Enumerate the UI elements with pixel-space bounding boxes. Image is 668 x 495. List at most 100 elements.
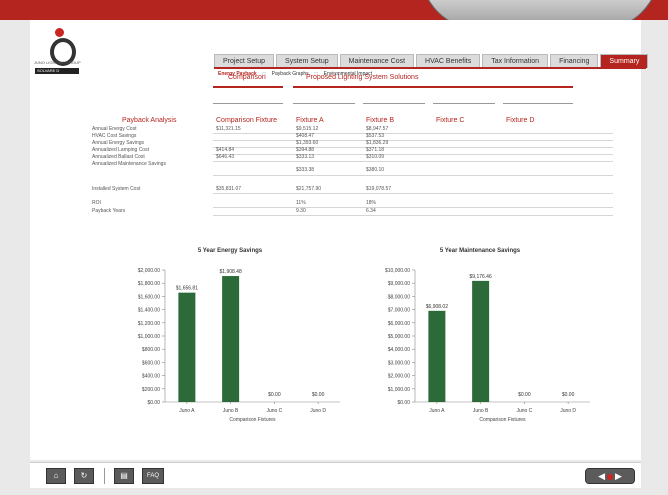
footer-bar: ⌂ ↻ ▤ FAQ ◀ ▶: [30, 462, 641, 488]
row-label: Installed System Cost: [92, 186, 141, 192]
table-cell: 9.30: [296, 208, 306, 214]
main-tabs: Project Setup System Setup Maintenance C…: [214, 54, 649, 68]
fixture-c-heading: Fixture C: [436, 117, 465, 124]
tab-financing[interactable]: Financing: [550, 54, 599, 68]
energy-savings-chart: 5 Year Energy Savings $0.00 $200.00 $400.00…: [115, 246, 345, 431]
table-cell: $414.84: [216, 147, 235, 153]
table-cell: $9,515.12: [296, 126, 319, 132]
x-axis-label: Comparison Fixtures: [229, 417, 276, 423]
y-tick-label: $1,000.00: [388, 387, 410, 393]
tab-underline: [214, 67, 646, 69]
row-divider: [213, 207, 613, 208]
y-tick-label: $10,000.00: [385, 268, 410, 274]
tab-project-setup[interactable]: Project Setup: [214, 54, 275, 68]
row-divider: [213, 147, 613, 148]
subnav-payback-graphs[interactable]: Payback Graphs: [272, 71, 309, 77]
table-cell: $21,757.90: [296, 186, 322, 192]
maintenance-savings-chart-svg: 5 Year Maintenance Savings $0.00 $1,000.00…: [385, 248, 590, 423]
table-cell: $11,321.15: [216, 126, 241, 132]
row-divider: [213, 215, 613, 216]
x-tick-label: Juno D: [310, 408, 326, 414]
tab-maintenance-cost[interactable]: Maintenance Cost: [339, 54, 415, 68]
chart-title: 5 Year Energy Savings: [198, 248, 263, 254]
table-cell: $380.10: [366, 167, 385, 173]
nav-dot-icon: [607, 473, 613, 480]
bar: [472, 280, 490, 402]
back-arrow-icon[interactable]: ◀: [598, 471, 605, 481]
row-label: ROI: [92, 200, 101, 206]
bar: [178, 292, 196, 402]
refresh-button[interactable]: ↻: [74, 468, 94, 484]
column-rule: [293, 103, 355, 104]
footer-divider: [104, 468, 105, 484]
table-cell: $394.88: [296, 147, 315, 153]
y-tick-label: $4,000.00: [388, 347, 410, 353]
row-label: HVAC Cost Savings: [92, 133, 137, 139]
tab-system-setup[interactable]: System Setup: [276, 54, 338, 68]
column-rule: [433, 103, 495, 104]
bar: [222, 276, 240, 402]
row-label: Annualized Lamping Cost: [92, 147, 149, 153]
home-button[interactable]: ⌂: [46, 468, 66, 484]
comparison-group-rule: [213, 86, 283, 88]
y-tick-label: $1,600.00: [138, 294, 160, 300]
row-divider: [213, 193, 613, 194]
table-cell: $537.53: [366, 133, 385, 139]
y-tick-label: $2,000.00: [388, 374, 410, 380]
y-tick-label: $800.00: [142, 347, 160, 353]
row-label: Annualized Ballast Cost: [92, 154, 145, 160]
table-cell: $8,947.57: [366, 126, 389, 132]
x-tick-label: Juno B: [473, 408, 489, 414]
table-cell: $333.13: [296, 154, 315, 160]
table-cell: $310.09: [366, 154, 385, 160]
tab-tax-information[interactable]: Tax Information: [482, 54, 549, 68]
refresh-icon: ↻: [80, 471, 88, 480]
fixture-b-heading: Fixture B: [366, 117, 395, 124]
row-label: Annual Energy Savings: [92, 140, 144, 146]
y-tick-label: $9,000.00: [388, 281, 410, 287]
y-tick-label: $1,200.00: [138, 321, 160, 327]
energy-savings-chart-svg: 5 Year Energy Savings $0.00 $200.00 $400.00…: [138, 248, 340, 423]
page-navigation[interactable]: ◀ ▶: [585, 468, 635, 484]
y-tick-label: $6,000.00: [388, 321, 410, 327]
data-label: $6,908.02: [426, 304, 448, 310]
company-name: JUNO LIGHTING GROUP: [34, 60, 81, 65]
y-tick-label: $600.00: [142, 360, 160, 366]
row-label: Annual Energy Cost: [92, 126, 137, 132]
x-tick-label: Juno D: [560, 408, 576, 414]
forward-arrow-icon[interactable]: ▶: [615, 471, 622, 481]
data-label: $9,176.46: [470, 274, 492, 280]
faq-button[interactable]: FAQ: [142, 468, 164, 484]
y-tick-label: $2,000.00: [138, 268, 160, 274]
y-tick-label: $3,000.00: [388, 360, 410, 366]
tab-summary[interactable]: Summary: [600, 54, 649, 68]
row-label: Annualized Maintenance Savings: [92, 161, 166, 167]
logo-dot: [55, 28, 64, 37]
document-button[interactable]: ▤: [114, 468, 134, 484]
data-label: $0.00: [518, 392, 531, 398]
column-rule: [363, 103, 425, 104]
tab-hvac-benefits[interactable]: HVAC Benefits: [416, 54, 481, 68]
column-rule: [213, 103, 283, 104]
y-tick-label: $7,000.00: [388, 308, 410, 314]
y-tick-label: $400.00: [142, 374, 160, 380]
data-label: $1,656.81: [176, 286, 198, 292]
maintenance-savings-chart: 5 Year Maintenance Savings $0.00 $1,000.00…: [365, 246, 595, 431]
table-cell: $333.38: [296, 167, 315, 173]
fixture-d-heading: Fixture D: [506, 117, 535, 124]
bar: [428, 310, 446, 402]
row-divider: [213, 133, 613, 134]
row-divider: [213, 161, 613, 162]
table-cell: $19,078.57: [366, 186, 392, 192]
y-tick-label: $5,000.00: [388, 334, 410, 340]
y-tick-label: $8,000.00: [388, 294, 410, 300]
proposed-group-heading: Proposed Lighting System Solutions: [306, 74, 419, 81]
table-cell: $371.18: [366, 147, 385, 153]
row-divider: [213, 154, 613, 155]
table-cell: 6.34: [366, 208, 376, 214]
home-icon: ⌂: [53, 471, 59, 480]
x-tick-label: Juno A: [179, 408, 195, 414]
x-tick-label: Juno B: [223, 408, 239, 414]
row-label: Payback Years: [92, 208, 126, 214]
row-divider: [213, 140, 613, 141]
